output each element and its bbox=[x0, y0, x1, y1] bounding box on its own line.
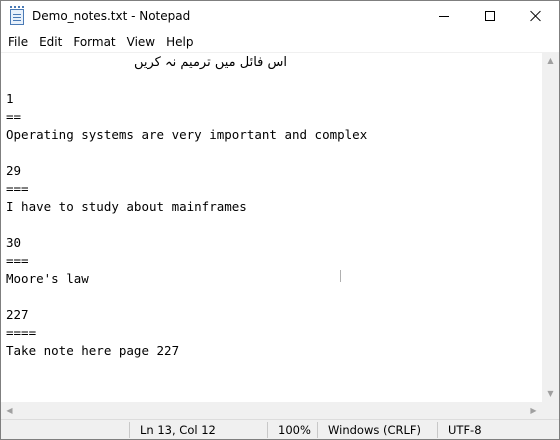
minimize-button[interactable] bbox=[421, 1, 467, 32]
text-editor[interactable]: اس فائل میں ترمیم نہ کریں 1 == Operating… bbox=[1, 52, 542, 402]
title-bar[interactable]: Demo_notes.txt - Notepad bbox=[1, 1, 559, 32]
editor-line: Moore's law bbox=[6, 271, 89, 286]
scroll-down-arrow-icon[interactable]: ▼ bbox=[542, 385, 559, 402]
maximize-button[interactable] bbox=[467, 1, 513, 32]
scroll-right-arrow-icon[interactable]: ▶ bbox=[525, 402, 542, 419]
minimize-icon bbox=[439, 16, 449, 17]
menu-file[interactable]: File bbox=[3, 32, 34, 52]
menu-edit[interactable]: Edit bbox=[34, 32, 68, 52]
editor-line: == bbox=[6, 109, 22, 124]
editor-line: === bbox=[6, 253, 29, 268]
horizontal-scrollbar[interactable]: ◀ ▶ bbox=[1, 402, 542, 419]
maximize-icon bbox=[485, 11, 495, 21]
scroll-up-arrow-icon[interactable]: ▲ bbox=[542, 52, 559, 69]
menu-bar: File Edit Format View Help bbox=[1, 32, 559, 52]
editor-line: Take note here page 227 bbox=[6, 343, 180, 358]
zoom-level: 100% bbox=[278, 423, 311, 437]
vertical-scrollbar[interactable]: ▲ ▼ bbox=[542, 52, 559, 402]
status-separator bbox=[437, 422, 438, 438]
editor-line: ==== bbox=[6, 325, 37, 340]
close-button[interactable] bbox=[513, 1, 559, 32]
menu-help[interactable]: Help bbox=[161, 32, 199, 52]
menu-view[interactable]: View bbox=[122, 32, 161, 52]
scrollbar-corner bbox=[542, 402, 559, 419]
editor-line: Operating systems are very important and… bbox=[6, 127, 368, 142]
editor-line: 227 bbox=[6, 307, 29, 322]
status-separator bbox=[129, 422, 130, 438]
status-separator bbox=[267, 422, 268, 438]
urdu-header-line: اس فائل میں ترمیم نہ کریں bbox=[134, 55, 288, 70]
status-bar: Ln 13, Col 12 100% Windows (CRLF) UTF-8 bbox=[1, 419, 559, 439]
encoding: UTF-8 bbox=[448, 423, 482, 437]
cursor-position: Ln 13, Col 12 bbox=[140, 423, 216, 437]
editor-line: 30 bbox=[6, 235, 22, 250]
scroll-left-arrow-icon[interactable]: ◀ bbox=[1, 402, 18, 419]
line-ending: Windows (CRLF) bbox=[328, 423, 422, 437]
editor-line: 1 bbox=[6, 91, 14, 106]
menu-format[interactable]: Format bbox=[68, 32, 121, 52]
mouse-ibeam-cursor bbox=[340, 270, 341, 282]
notepad-icon[interactable] bbox=[10, 6, 24, 25]
editor-line: === bbox=[6, 181, 29, 196]
editor-line: 29 bbox=[6, 163, 22, 178]
close-icon bbox=[530, 10, 542, 22]
window-title: Demo_notes.txt - Notepad bbox=[32, 9, 191, 23]
editor-line: I have to study about mainframes bbox=[6, 199, 247, 214]
notepad-window: Demo_notes.txt - Notepad File Edit Forma… bbox=[0, 0, 560, 440]
status-separator bbox=[317, 422, 318, 438]
